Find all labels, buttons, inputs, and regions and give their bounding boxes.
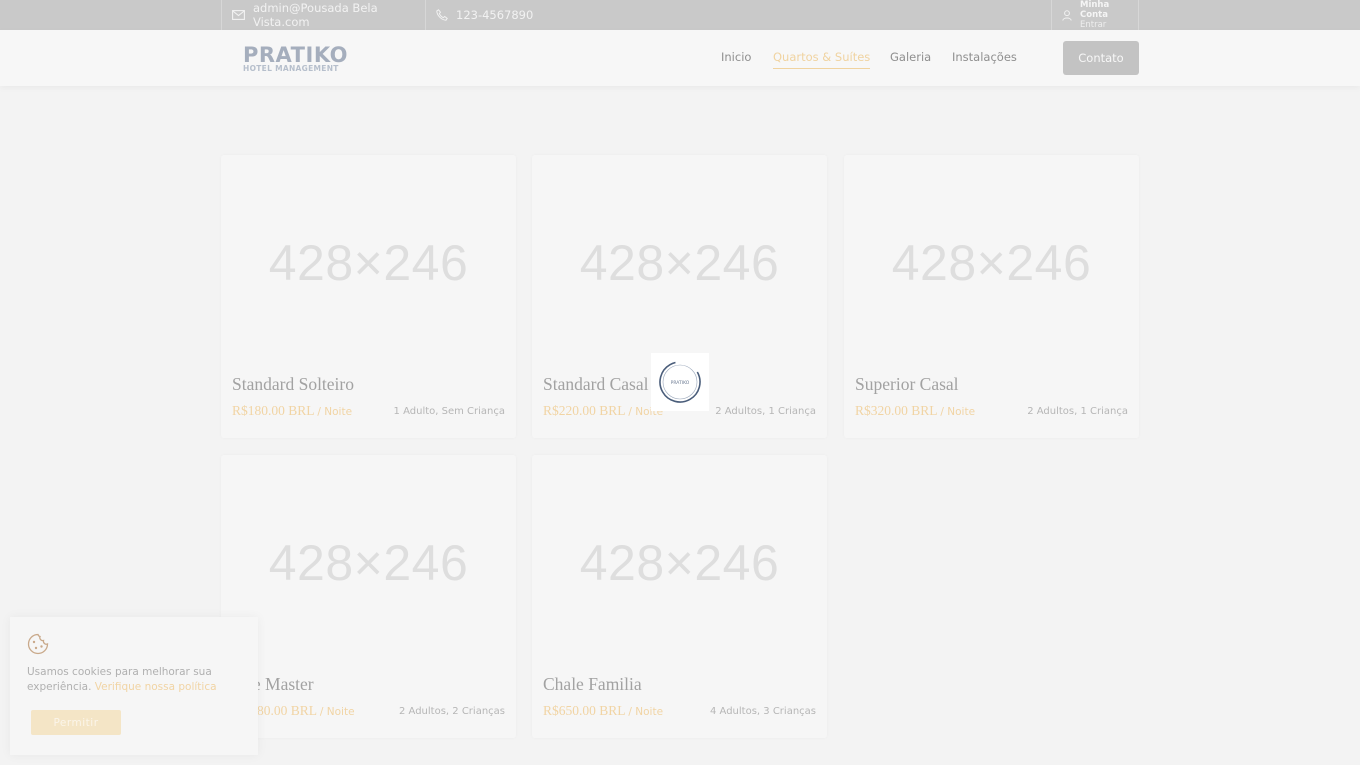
- room-capacity: 2 Adultos, 1 Criança: [1027, 406, 1128, 417]
- room-name[interactable]: Superior Casal: [855, 374, 959, 395]
- room-name[interactable]: Chale Familia: [543, 674, 642, 695]
- placeholder-text: 428×246: [579, 234, 780, 291]
- logo-sub: HOTEL MANAGEMENT: [243, 64, 339, 73]
- price-value: R$180.00 BRL: [232, 403, 315, 418]
- page-loader: PRATIKO: [651, 353, 709, 411]
- price-value: R$650.00 BRL: [543, 703, 626, 718]
- placeholder-text: 428×246: [268, 234, 469, 291]
- placeholder-text: 428×246: [891, 234, 1092, 291]
- room-card[interactable]: 428×246 Chale Familia R$650.00 BRL / Noi…: [532, 455, 827, 738]
- room-card[interactable]: 428×246 te Master 80.00 BRL / Noite 2 Ad…: [221, 455, 516, 738]
- loading-spinner-icon: PRATIKO: [659, 361, 701, 403]
- account-title: Minha Conta: [1080, 0, 1110, 20]
- room-price: R$180.00 BRL / Noite: [232, 403, 352, 419]
- room-card[interactable]: 428×246 Standard Solteiro R$180.00 BRL /…: [221, 155, 516, 438]
- account-menu[interactable]: Minha Conta Entrar: [1051, 0, 1139, 30]
- price-unit: / Noite: [319, 706, 355, 718]
- room-price: 80.00 BRL / Noite: [257, 703, 355, 719]
- room-name[interactable]: Standard Solteiro: [232, 374, 354, 395]
- nav-inicio[interactable]: Inicio: [721, 50, 751, 64]
- cookie-icon: [27, 633, 49, 655]
- room-capacity: 2 Adultos, 1 Criança: [715, 406, 816, 417]
- nav-instalacoes[interactable]: Instalações: [952, 50, 1017, 64]
- cookie-text: Usamos cookies para melhorar sua experiê…: [27, 665, 247, 695]
- nav-galeria[interactable]: Galeria: [890, 50, 931, 64]
- cookie-policy-link[interactable]: Verifique nossa política: [95, 681, 217, 693]
- loader-text: PRATIKO: [671, 380, 690, 386]
- room-capacity: 2 Adultos, 2 Crianças: [399, 706, 505, 717]
- room-price: R$220.00 BRL / Noite: [543, 403, 663, 419]
- user-icon: [1062, 9, 1072, 21]
- main-header: PRATIKO HOTEL MANAGEMENT Inicio Quartos …: [0, 30, 1360, 86]
- cookie-banner: Usamos cookies para melhorar sua experiê…: [10, 617, 258, 755]
- price-unit: / Noite: [628, 706, 664, 718]
- price-value: 80.00 BRL: [257, 703, 317, 718]
- contact-button[interactable]: Contato: [1063, 41, 1139, 75]
- room-price: R$320.00 BRL / Noite: [855, 403, 975, 419]
- room-name[interactable]: Standard Casal: [543, 374, 648, 395]
- phone-text: 123-4567890: [456, 8, 534, 22]
- price-unit: / Noite: [940, 406, 976, 418]
- placeholder-text: 428×246: [268, 534, 469, 591]
- room-image-placeholder[interactable]: 428×246: [221, 455, 516, 670]
- price-value: R$220.00 BRL: [543, 403, 626, 418]
- email-link[interactable]: admin@Pousada Bela Vista.com: [221, 0, 426, 30]
- phone-link[interactable]: 123-4567890: [426, 0, 533, 30]
- cookie-allow-button[interactable]: Permitir: [31, 710, 121, 735]
- logo-main: PRATIKO: [243, 43, 349, 67]
- room-image-placeholder[interactable]: 428×246: [532, 455, 827, 670]
- phone-icon: [436, 9, 448, 21]
- placeholder-text: 428×246: [579, 534, 780, 591]
- room-image-placeholder[interactable]: 428×246: [221, 155, 516, 370]
- room-card[interactable]: 428×246 Superior Casal R$320.00 BRL / No…: [844, 155, 1139, 438]
- room-capacity: 1 Adulto, Sem Criança: [393, 406, 505, 417]
- nav-quartos[interactable]: Quartos & Suítes: [773, 50, 871, 69]
- mail-icon: [232, 10, 245, 20]
- price-unit: / Noite: [317, 406, 353, 418]
- room-image-placeholder[interactable]: 428×246: [844, 155, 1139, 370]
- room-price: R$650.00 BRL / Noite: [543, 703, 663, 719]
- room-image-placeholder[interactable]: 428×246: [532, 155, 827, 370]
- logo[interactable]: PRATIKO HOTEL MANAGEMENT: [243, 45, 348, 73]
- account-login: Entrar: [1080, 20, 1107, 30]
- room-capacity: 4 Adultos, 3 Crianças: [710, 706, 816, 717]
- email-text: admin@Pousada Bela Vista.com: [253, 1, 378, 29]
- price-value: R$320.00 BRL: [855, 403, 938, 418]
- top-bar: admin@Pousada Bela Vista.com 123-4567890…: [0, 0, 1360, 30]
